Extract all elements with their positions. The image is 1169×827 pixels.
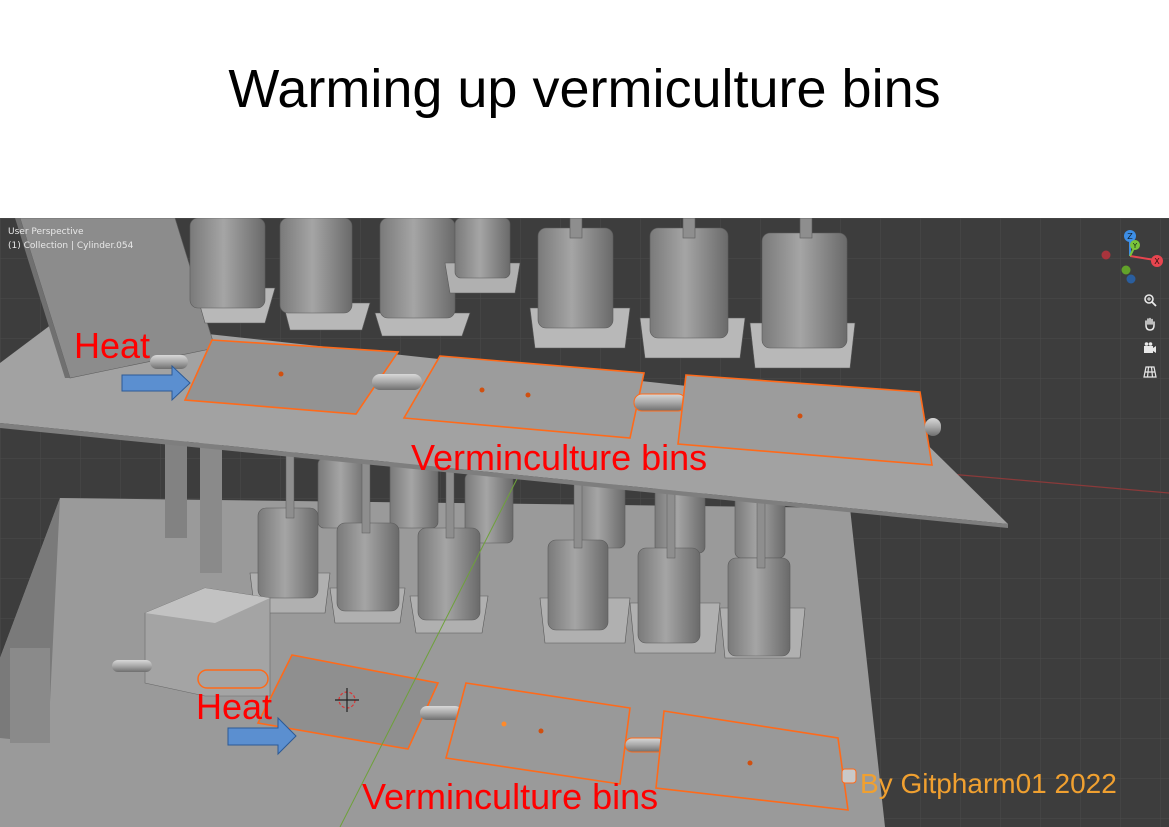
heat-label-bottom: Heat: [196, 686, 273, 727]
scene-render: [0, 218, 1169, 827]
heat-label-top: Heat: [74, 325, 151, 366]
axis-x-label: X: [1154, 257, 1160, 266]
collection-label: (1) Collection | Cylinder.054: [8, 241, 134, 251]
bins-label-top: Verminculture bins: [411, 437, 708, 478]
grid-view-icon[interactable]: [1140, 362, 1160, 382]
bins-label-bottom: Verminculture bins: [362, 776, 659, 817]
hand-pan-icon[interactable]: [1140, 314, 1160, 334]
axis-y-label: Y: [1132, 242, 1138, 250]
navigation-gizmo[interactable]: Z Y X: [1095, 226, 1165, 296]
camera-icon[interactable]: [1140, 338, 1160, 358]
zoom-icon[interactable]: [1140, 290, 1160, 310]
axis-z-label: Z: [1127, 232, 1133, 241]
3d-viewport[interactable]: User Perspective (1) Collection | Cylind…: [0, 218, 1169, 827]
perspective-label: User Perspective: [8, 227, 84, 237]
author-credit: By Gitpharm01 2022: [860, 768, 1117, 799]
page-title: Warming up vermiculture bins: [228, 59, 941, 119]
